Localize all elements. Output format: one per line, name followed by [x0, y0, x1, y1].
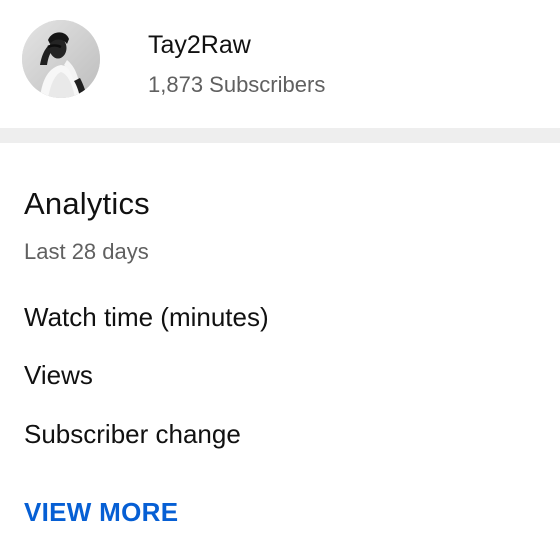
channel-header: Tay2Raw 1,873 Subscribers [0, 0, 560, 128]
channel-name[interactable]: Tay2Raw [148, 30, 251, 60]
analytics-card: Analytics Last 28 days Watch time (minut… [0, 143, 560, 560]
metric-subscriber-change: Subscriber change [24, 419, 241, 449]
subscriber-count: 1,873 Subscribers [148, 72, 326, 97]
metric-watch-time: Watch time (minutes) [24, 302, 269, 332]
view-more-button[interactable]: VIEW MORE [24, 496, 178, 528]
metric-views: Views [24, 360, 93, 390]
analytics-title: Analytics [24, 186, 150, 221]
analytics-period: Last 28 days [24, 239, 149, 264]
avatar-photo-icon [22, 20, 100, 98]
channel-avatar[interactable] [22, 20, 100, 98]
section-divider [0, 128, 560, 143]
